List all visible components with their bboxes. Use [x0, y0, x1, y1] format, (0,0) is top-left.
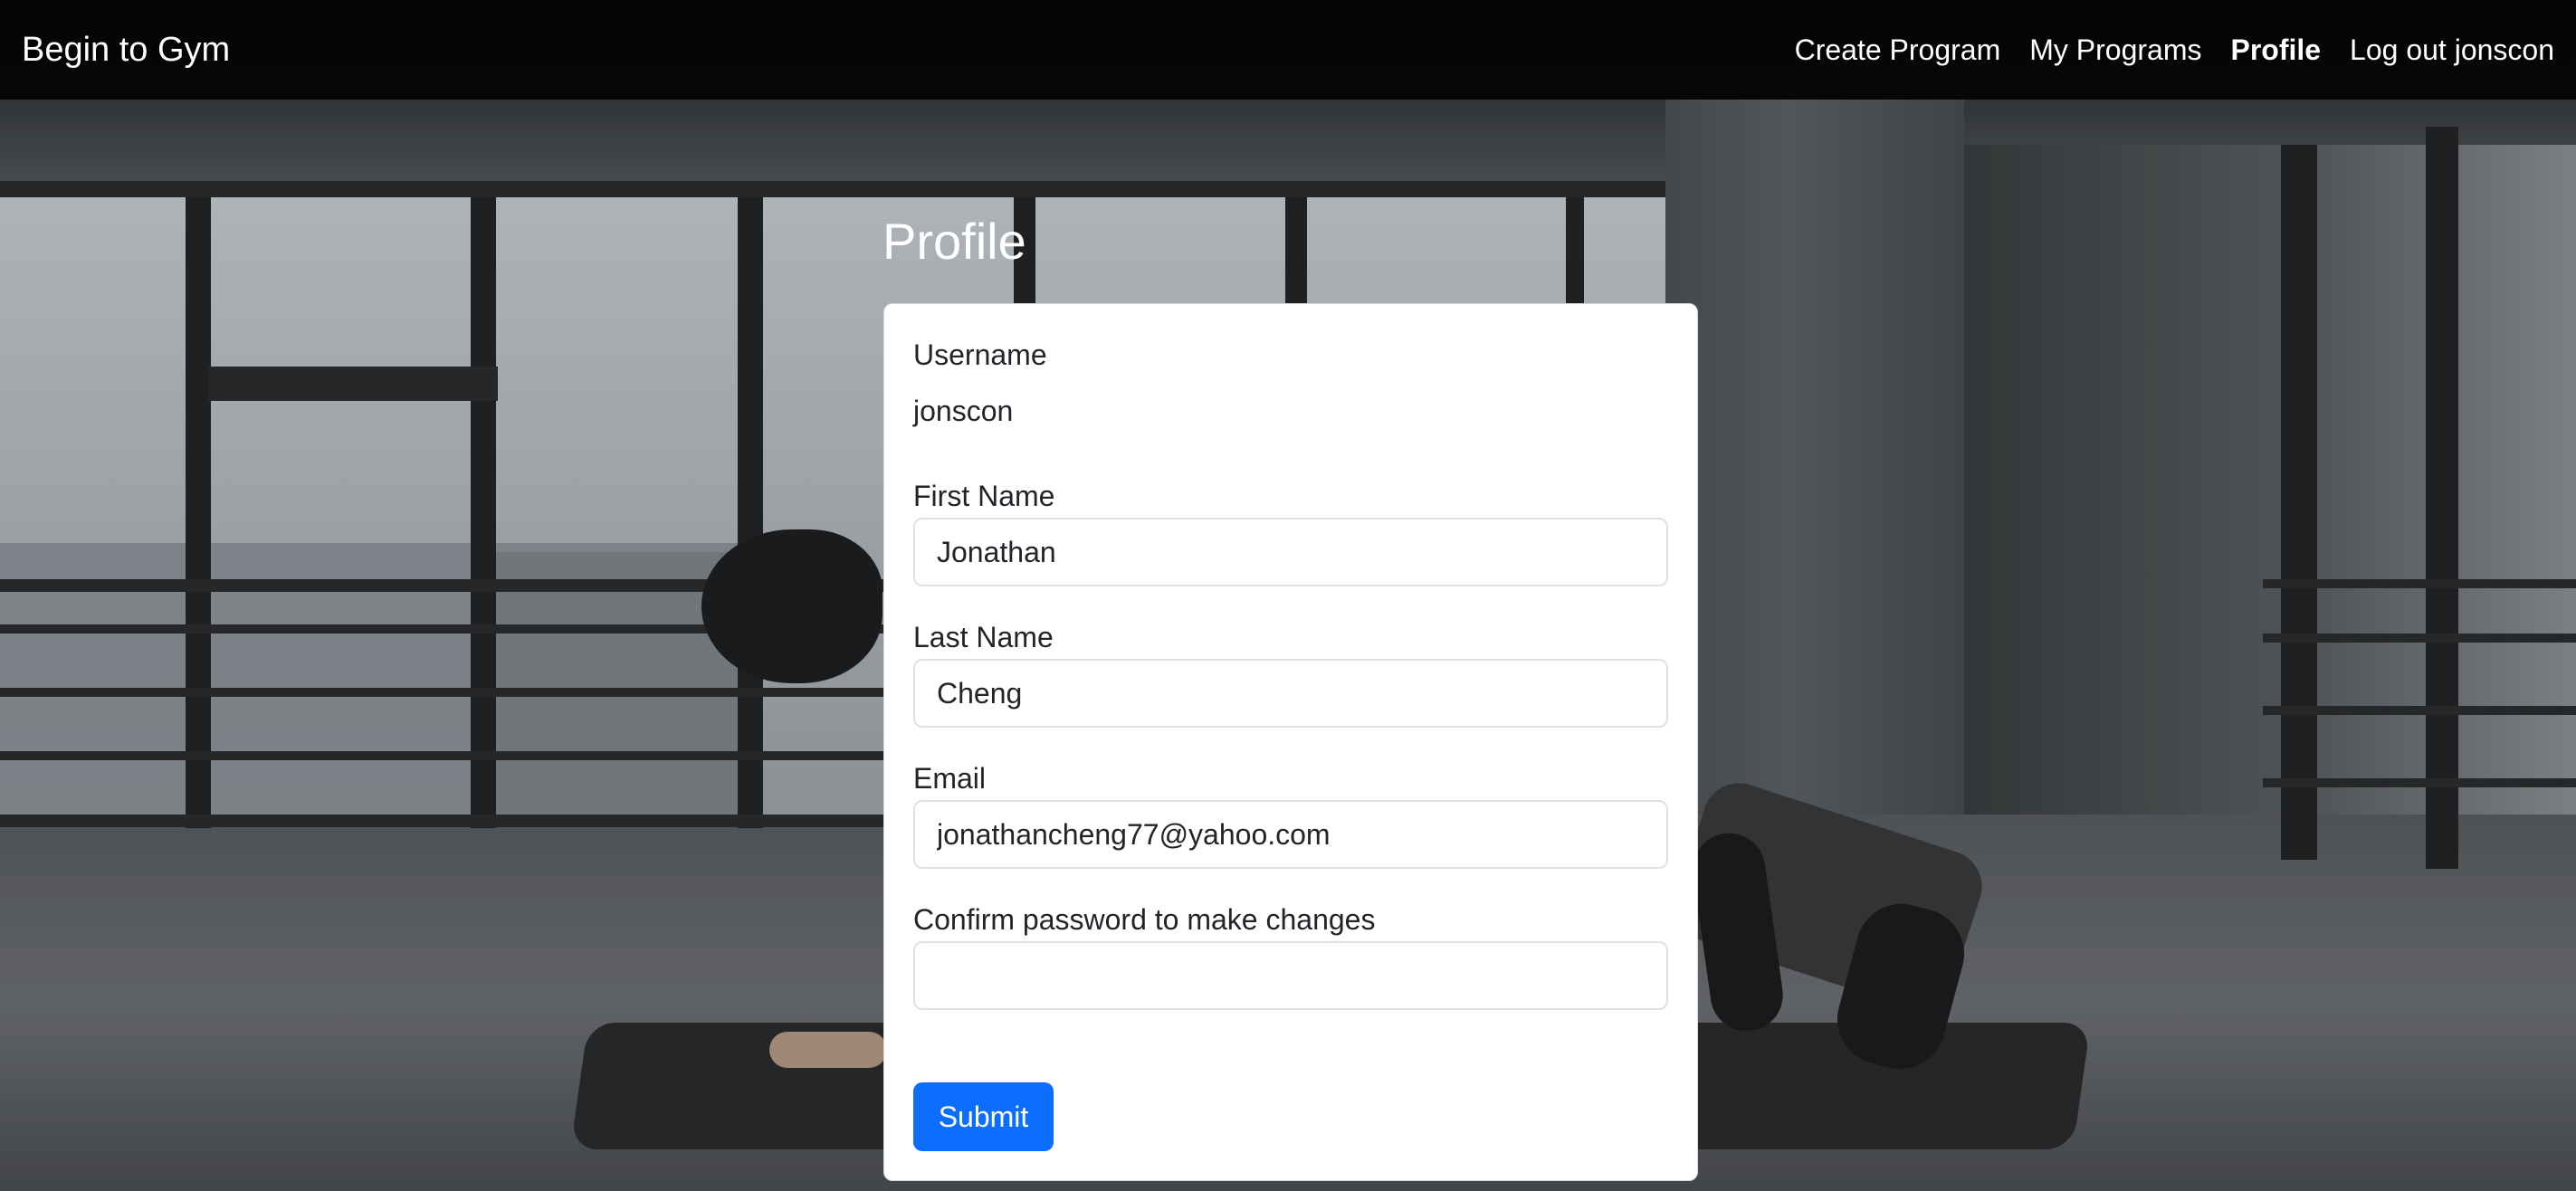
nav-create-program[interactable]: Create Program: [1795, 33, 2001, 67]
brand-link[interactable]: Begin to Gym: [22, 31, 230, 70]
password-label: Confirm password to make changes: [913, 903, 1376, 936]
page-title: Profile: [883, 213, 1026, 270]
nav-profile[interactable]: Profile: [2230, 33, 2321, 67]
top-navbar: Begin to Gym Create Program My Programs …: [0, 0, 2576, 100]
profile-form-card: Username jonscon First Name Last Name Em…: [883, 303, 1698, 1181]
username-label: Username: [913, 338, 1047, 371]
first-name-label: First Name: [913, 480, 1055, 512]
nav-logout[interactable]: Log out jonscon: [2350, 33, 2554, 67]
last-name-input[interactable]: [913, 659, 1668, 728]
password-input[interactable]: [913, 941, 1668, 1010]
email-label: Email: [913, 762, 987, 795]
submit-button[interactable]: Submit: [913, 1082, 1054, 1151]
last-name-label: Last Name: [913, 621, 1054, 653]
email-input[interactable]: [913, 800, 1668, 869]
nav-links: Create Program My Programs Profile Log o…: [1795, 33, 2554, 67]
nav-my-programs[interactable]: My Programs: [2029, 33, 2201, 67]
first-name-input[interactable]: [913, 518, 1668, 586]
username-value: jonscon: [913, 395, 1014, 427]
